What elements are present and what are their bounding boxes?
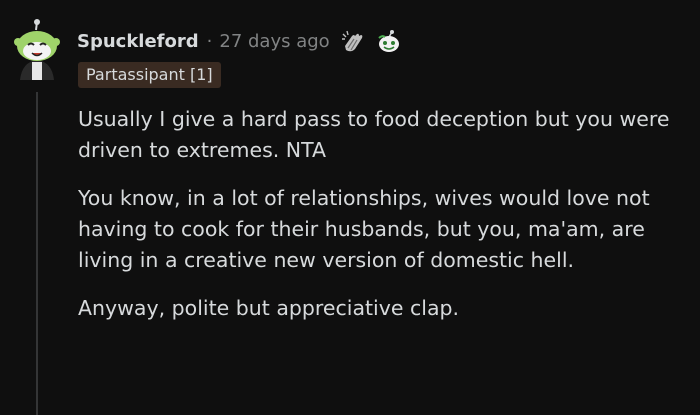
comment-body: Usually I give a hard pass to food decep… bbox=[78, 104, 678, 341]
snoo-face-icon[interactable] bbox=[376, 28, 402, 54]
username-link[interactable]: Spuckleford bbox=[77, 31, 199, 52]
clap-hands-icon[interactable] bbox=[340, 28, 366, 54]
user-flair: Partassipant [1] bbox=[78, 62, 221, 88]
snoo-avatar-icon bbox=[14, 19, 60, 80]
user-avatar[interactable] bbox=[10, 18, 64, 80]
comment-timestamp[interactable]: 27 days ago bbox=[219, 31, 329, 52]
comment-header: Spuckleford · 27 days ago bbox=[77, 28, 402, 54]
comment-paragraph: Usually I give a hard pass to food decep… bbox=[78, 107, 670, 162]
comment-paragraph: Anyway, polite but appreciative clap. bbox=[78, 296, 460, 320]
meta-separator: · bbox=[206, 30, 213, 52]
comment-paragraph: You know, in a lot of relationships, wiv… bbox=[78, 186, 650, 272]
comment-thread-line[interactable] bbox=[36, 92, 38, 415]
